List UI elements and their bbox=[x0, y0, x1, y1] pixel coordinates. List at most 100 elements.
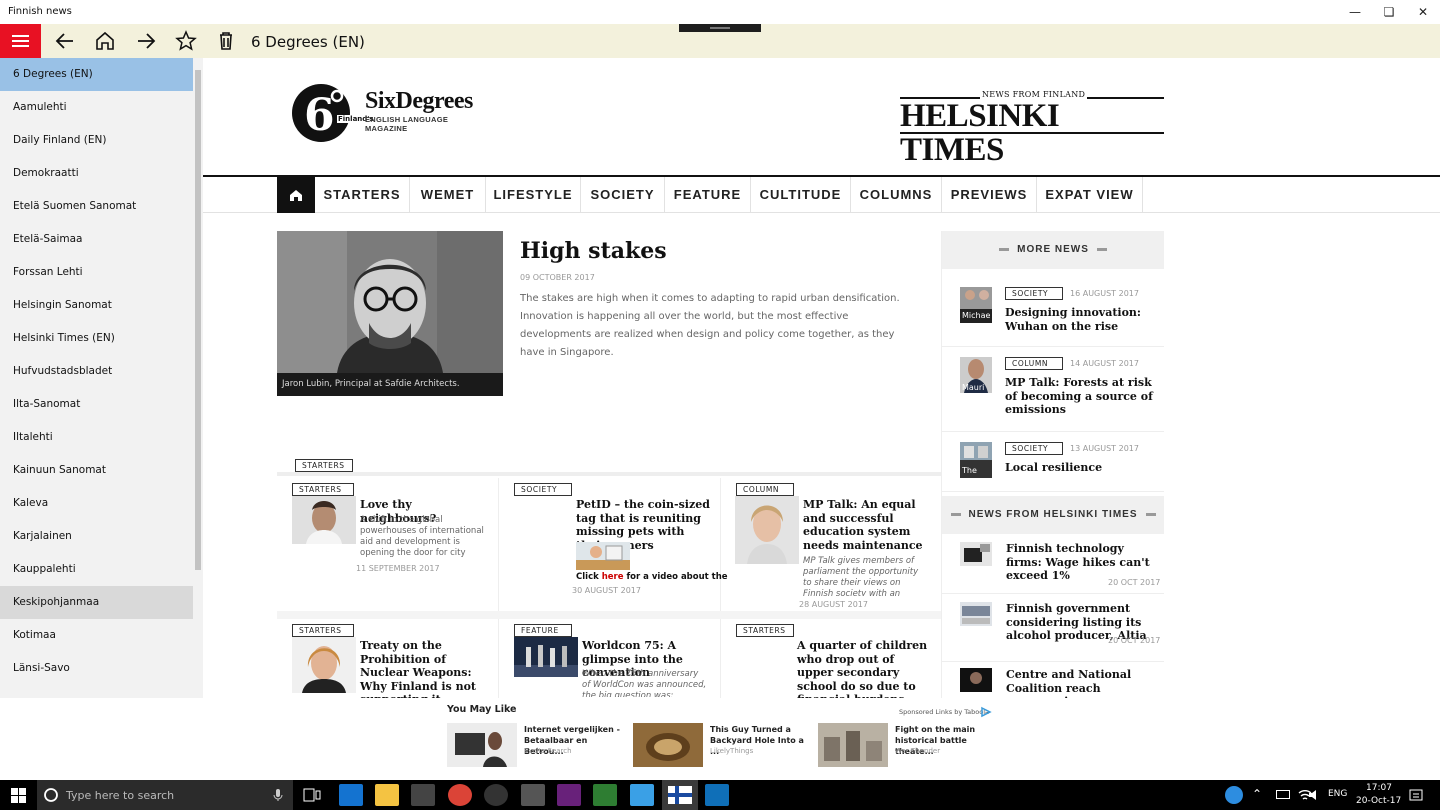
ht-news-item[interactable]: Centre and National Coalition reach comp… bbox=[942, 662, 1164, 698]
finnish-news-taskbar-button[interactable] bbox=[662, 780, 698, 810]
nav-item[interactable]: PREVIEWS bbox=[942, 177, 1037, 213]
card-title[interactable]: MP Talk: An equal and successful educati… bbox=[803, 498, 928, 552]
video-link[interactable]: here bbox=[602, 572, 624, 582]
sidebar-item[interactable]: 6 Degrees (EN) bbox=[0, 58, 193, 91]
sidebar-item[interactable]: Kaleva bbox=[0, 487, 193, 520]
hamburger-menu-button[interactable] bbox=[0, 24, 41, 58]
sidebar-item[interactable]: Ilta-Sanomat bbox=[0, 388, 193, 421]
ht-news-item[interactable]: Finnish government considering listing i… bbox=[942, 594, 1164, 662]
card-tag[interactable]: STARTERS bbox=[736, 624, 794, 637]
sidebar-item[interactable]: Kainuun Sanomat bbox=[0, 454, 193, 487]
language-indicator[interactable]: ENG bbox=[1328, 789, 1347, 799]
visual-studio-icon[interactable] bbox=[557, 784, 581, 806]
notifications-icon[interactable] bbox=[1408, 787, 1424, 803]
hero-title[interactable]: High stakes bbox=[520, 238, 667, 264]
taboola-icon[interactable] bbox=[980, 706, 992, 718]
nav-item[interactable]: COLUMNS bbox=[851, 177, 942, 213]
more-news-item[interactable]: The SOCIETY 13 AUGUST 2017 Local resilie… bbox=[942, 432, 1164, 492]
battery-icon[interactable] bbox=[1276, 790, 1290, 799]
sidebar-scrollbar[interactable] bbox=[193, 58, 203, 698]
sidebar-item[interactable]: Aamulehti bbox=[0, 91, 193, 124]
star-icon[interactable] bbox=[174, 29, 198, 53]
nav-item[interactable]: SOCIETY bbox=[581, 177, 665, 213]
restore-button[interactable]: ❏ bbox=[1372, 0, 1406, 24]
sidebar-item[interactable]: Helsingin Sanomat bbox=[0, 289, 193, 322]
sidebar-item[interactable]: Etelä Suomen Sanomat bbox=[0, 190, 193, 223]
taskbar-search-placeholder: Type here to search bbox=[66, 789, 175, 802]
card-tag[interactable]: STARTERS bbox=[292, 483, 354, 496]
sidebar-item[interactable]: Hufvudstadsbladet bbox=[0, 355, 193, 388]
taskbar-search-box[interactable]: Type here to search bbox=[37, 780, 293, 810]
nav-item[interactable]: CULTITUDE bbox=[751, 177, 851, 213]
nav-item[interactable]: EXPAT VIEW bbox=[1037, 177, 1143, 213]
card-tag[interactable]: COLUMN bbox=[736, 483, 794, 496]
app-icon[interactable] bbox=[705, 784, 729, 806]
back-arrow-icon[interactable] bbox=[53, 29, 77, 53]
hp-icon[interactable] bbox=[484, 784, 508, 806]
chrome-icon[interactable] bbox=[448, 784, 472, 806]
windows-start-icon[interactable] bbox=[11, 788, 26, 803]
home-icon[interactable] bbox=[93, 29, 117, 53]
sidebar-item[interactable]: Helsinki Times (EN) bbox=[0, 322, 193, 355]
sidebar-item[interactable]: Iltalehti bbox=[0, 421, 193, 454]
sidebar-item[interactable]: Karjalainen bbox=[0, 520, 193, 553]
sidebar-item[interactable]: Demokraatti bbox=[0, 157, 193, 190]
clock-date[interactable]: 20-Oct-17 bbox=[1356, 796, 1401, 806]
ad-item[interactable]: Internet vergelijken - Betaalbaar en Bet… bbox=[447, 723, 627, 767]
chevron-up-icon[interactable]: ⌃ bbox=[1252, 787, 1262, 801]
ad-item[interactable]: Fight on the main historical battle thea… bbox=[818, 723, 998, 767]
sidebar-item[interactable]: Kotimaa bbox=[0, 619, 193, 652]
card-tag[interactable]: STARTERS bbox=[292, 624, 354, 637]
nav-item[interactable]: FEATURE bbox=[665, 177, 751, 213]
help-icon[interactable] bbox=[1225, 786, 1243, 804]
ad-item[interactable]: This Guy Turned a Backyard Hole Into a .… bbox=[633, 723, 813, 767]
sixdegrees-tagline: ENGLISH LANGUAGE MAGAZINE bbox=[365, 115, 449, 133]
microphone-icon[interactable] bbox=[273, 788, 283, 802]
edge-icon[interactable] bbox=[339, 784, 363, 806]
nav-item[interactable]: LIFESTYLE bbox=[486, 177, 581, 213]
more-news-item[interactable]: Mauri COLUMN 14 AUGUST 2017 MP Talk: For… bbox=[942, 347, 1164, 432]
notepad-icon[interactable] bbox=[593, 784, 617, 806]
more-news-item[interactable]: Michae SOCIETY 16 AUGUST 2017 Designing … bbox=[942, 269, 1164, 347]
ht-news-item[interactable]: Finnish technology firms: Wage hikes can… bbox=[942, 534, 1164, 594]
card-thumbnail[interactable] bbox=[292, 496, 356, 544]
sixdegrees-name: SixDegrees bbox=[365, 88, 473, 114]
helsinki-times-logo[interactable]: NEWS FROM FINLAND HELSINKI TIMES bbox=[900, 90, 1164, 167]
sidebar-item[interactable]: Daily Finland (EN) bbox=[0, 124, 193, 157]
card-thumbnail[interactable] bbox=[292, 637, 356, 693]
drag-handle[interactable] bbox=[679, 24, 761, 32]
file-explorer-icon[interactable] bbox=[375, 784, 399, 806]
card-thumbnail[interactable] bbox=[514, 637, 578, 677]
card-tag[interactable]: SOCIETY bbox=[514, 483, 572, 496]
store-icon[interactable] bbox=[411, 784, 435, 806]
nav-item[interactable]: WEMET bbox=[410, 177, 486, 213]
clock-time[interactable]: 17:07 bbox=[1366, 783, 1392, 793]
forward-arrow-icon[interactable] bbox=[134, 29, 158, 53]
paint-icon[interactable] bbox=[630, 784, 654, 806]
hero-image[interactable]: Jaron Lubin, Principal at Safdie Archite… bbox=[277, 231, 503, 396]
card-thumbnail[interactable] bbox=[735, 496, 799, 564]
trash-icon[interactable] bbox=[214, 29, 238, 53]
card-title[interactable]: A quarter of children who drop out of up… bbox=[797, 639, 931, 698]
sidebar-item[interactable]: Kauppalehti bbox=[0, 553, 193, 586]
card-thumbnail[interactable] bbox=[576, 542, 630, 570]
close-button[interactable]: ✕ bbox=[1406, 0, 1440, 24]
task-view-icon[interactable] bbox=[303, 787, 321, 803]
sidebar-item[interactable]: Länsi-Savo bbox=[0, 652, 193, 685]
sidebar-item[interactable]: Forssan Lehti bbox=[0, 256, 193, 289]
scrollbar-thumb[interactable] bbox=[195, 70, 201, 570]
card-title[interactable]: Treaty on the Prohibition of Nuclear Wea… bbox=[360, 639, 490, 698]
sidebar-item[interactable]: Keskipohjanmaa bbox=[0, 586, 193, 619]
ads-sponsor[interactable]: Sponsored Links by Taboola bbox=[899, 708, 989, 716]
minimize-button[interactable]: — bbox=[1338, 0, 1372, 24]
sixdegrees-logo[interactable]: 6 Finland's SixDegrees ENGLISH LANGUAGE … bbox=[289, 82, 489, 142]
nav-item[interactable]: STARTERS bbox=[315, 177, 410, 213]
section-tag[interactable]: STARTERS bbox=[295, 459, 353, 472]
card-tag[interactable]: FEATURE bbox=[514, 624, 572, 637]
ad-thumbnail bbox=[633, 723, 703, 767]
card-date: 28 AUGUST 2017 bbox=[799, 600, 868, 609]
volume-icon[interactable] bbox=[1306, 787, 1322, 803]
sidebar-item[interactable]: Etelä-Saimaa bbox=[0, 223, 193, 256]
mail-icon[interactable] bbox=[521, 784, 545, 806]
nav-home-button[interactable] bbox=[277, 177, 315, 213]
